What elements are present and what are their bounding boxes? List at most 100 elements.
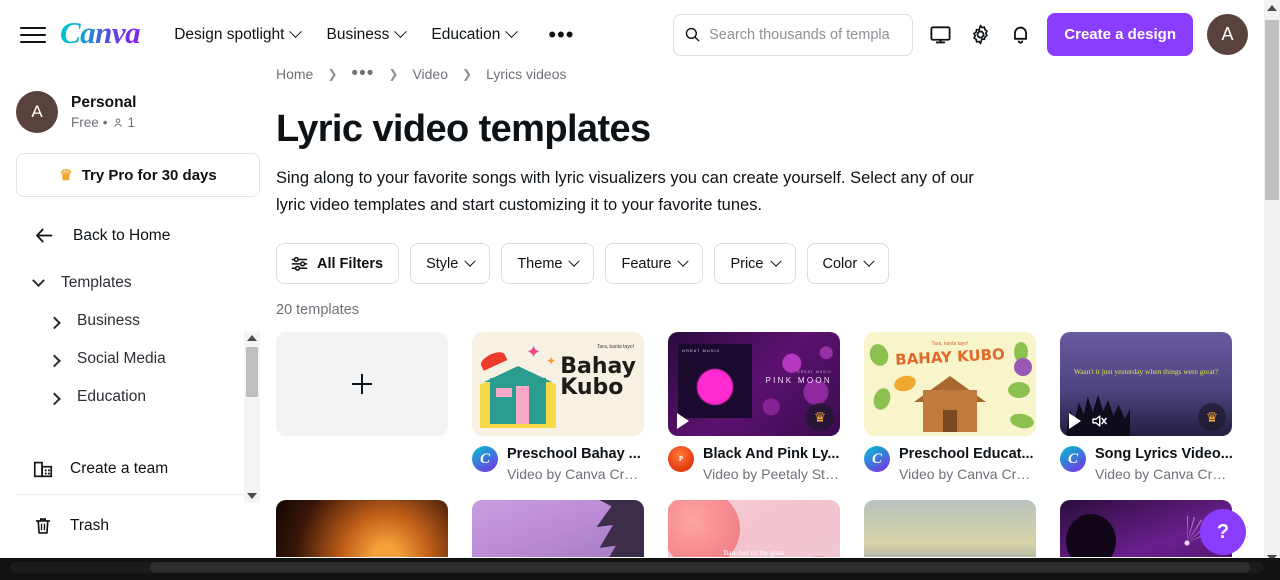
template-thumbnail[interactable]: Wasn't it just yesterday when things wer…: [1060, 332, 1232, 436]
thumbnail-tagline: Tara, kanta tayo!: [597, 344, 634, 350]
chevron-down-icon: [32, 273, 45, 287]
template-card[interactable]: Bare feet on the grass: [668, 500, 840, 557]
template-card[interactable]: You don't seem to realize: [472, 500, 644, 557]
create-a-design-button[interactable]: Create a design: [1047, 13, 1193, 56]
template-meta: C Song Lyrics Video... Video by Canva Cr…: [1060, 446, 1233, 482]
filter-bar: All Filters Style Theme Feature Price Co…: [276, 243, 1264, 284]
thumbnail-tagline: Tara, kanta tayo!: [931, 341, 969, 347]
monitor-icon[interactable]: [927, 22, 953, 48]
arrow-left-icon: [36, 228, 53, 243]
bell-icon[interactable]: [1007, 22, 1033, 48]
nav-more-icon[interactable]: •••: [542, 23, 580, 45]
try-pro-label: Try Pro for 30 days: [81, 166, 217, 184]
try-pro-button[interactable]: ♛ Try Pro for 30 days: [16, 153, 260, 197]
nav-item-education[interactable]: Education: [431, 25, 519, 44]
sidebar-scrollbar[interactable]: [244, 331, 260, 503]
foliage-silhouette: [596, 500, 644, 557]
filter-color-dropdown[interactable]: Color: [806, 243, 890, 284]
play-icon[interactable]: [677, 413, 689, 429]
left-sidebar: A Personal Free • 1 ♛ Try Pro for 30 day…: [0, 69, 276, 557]
nav-item-business[interactable]: Business: [326, 25, 408, 44]
nav-item-design-spotlight[interactable]: Design spotlight: [174, 25, 303, 44]
filter-theme-dropdown[interactable]: Theme: [501, 243, 595, 284]
os-scroll-thumb[interactable]: [150, 562, 1250, 573]
sidebar-item-education[interactable]: Education: [0, 378, 276, 416]
add-new-design-card[interactable]: [276, 332, 448, 436]
mute-icon[interactable]: [1090, 412, 1108, 430]
template-card[interactable]: GREAT MUSIC GREAT MUSIC PINK MOON ♛ P Bl…: [668, 332, 841, 482]
template-thumbnail[interactable]: Rerun it, one more: [276, 500, 448, 557]
mountain-silhouette: [864, 550, 1036, 557]
gear-icon[interactable]: [967, 22, 993, 48]
template-card[interactable]: Tara, kanta tayo! BAHAY KUBO C Preschool…: [864, 332, 1037, 482]
hamburger-menu-icon[interactable]: [20, 22, 46, 48]
back-to-home-button[interactable]: Back to Home: [0, 197, 276, 246]
template-card[interactable]: Wasn't it just yesterday when things wer…: [1060, 332, 1233, 482]
breadcrumb-item-more[interactable]: •••: [351, 64, 374, 83]
chevron-down-icon: [505, 25, 519, 39]
page-scrollbar[interactable]: [1264, 0, 1280, 566]
sidebar-item-partial: [0, 416, 276, 432]
breadcrumb-separator: ❯: [462, 67, 473, 81]
template-meta: C Preschool Bahay ... Video by Canva Cre…: [472, 446, 645, 482]
hut-door: [943, 410, 957, 432]
account-member-count: 1: [127, 115, 136, 130]
help-button[interactable]: ?: [1200, 509, 1246, 555]
author-avatar: P: [668, 446, 694, 472]
nav-label: Education: [431, 25, 501, 43]
filter-feature-dropdown[interactable]: Feature: [605, 243, 704, 284]
user-avatar[interactable]: A: [1207, 14, 1248, 55]
sliders-icon: [291, 256, 308, 271]
sidebar-item-business[interactable]: Business: [0, 302, 276, 340]
sidebar-item-label: Business: [77, 312, 140, 329]
filter-style-dropdown[interactable]: Style: [410, 243, 491, 284]
page-title: Lyric video templates: [276, 108, 651, 150]
account-summary[interactable]: A Personal Free • 1: [0, 69, 276, 133]
scroll-up-arrow-icon[interactable]: [1264, 0, 1280, 16]
sidebar-item-templates[interactable]: Templates: [0, 264, 276, 302]
template-card[interactable]: Rerun it, one more: [276, 500, 448, 557]
veggie-decor: [1008, 411, 1036, 431]
scroll-down-arrow-icon[interactable]: [244, 489, 260, 503]
sidebar-item-label: Education: [77, 388, 146, 405]
trash-button[interactable]: Trash: [0, 515, 276, 537]
template-card[interactable]: I watched the waves crash: [864, 500, 1036, 557]
templates-tree: Templates Business Social Media Educatio…: [0, 264, 276, 424]
template-thumbnail[interactable]: I watched the waves crash: [864, 500, 1036, 557]
canva-logo[interactable]: Canva: [60, 15, 141, 54]
thumbnail-subtitle: GREAT MUSIC: [797, 370, 832, 374]
pro-crown-badge: ♛: [806, 403, 834, 431]
all-filters-button[interactable]: All Filters: [276, 243, 400, 284]
thumbnail-title: GREAT MUSIC PINK MOON: [766, 370, 832, 385]
create-a-team-button[interactable]: Create a team: [0, 458, 276, 480]
template-name: Preschool Educat...: [899, 446, 1034, 462]
nav-label: Design spotlight: [174, 25, 285, 43]
lyric-overlay-text: Bare feet on the grass: [723, 549, 785, 557]
template-thumbnail[interactable]: You don't seem to realize: [472, 500, 644, 557]
search-input[interactable]: [709, 26, 903, 43]
chevron-down-icon: [464, 255, 476, 267]
template-card[interactable]: ✦ ✦ Tara, kanta tayo! Bahay Kubo C Presch…: [472, 332, 645, 482]
sidebar-item-social-media[interactable]: Social Media: [0, 340, 276, 378]
template-thumbnail[interactable]: GREAT MUSIC GREAT MUSIC PINK MOON ♛: [668, 332, 840, 436]
template-count: 20 templates: [276, 302, 360, 318]
template-thumbnail[interactable]: ✦ ✦ Tara, kanta tayo! Bahay Kubo: [472, 332, 644, 436]
hut-door: [516, 386, 529, 424]
lyric-overlay-text: Something good will come of this: [1060, 556, 1232, 557]
search-box[interactable]: [673, 13, 914, 56]
crown-icon: ♛: [59, 167, 73, 184]
thumbnail-title-text: PINK MOON: [765, 376, 832, 385]
template-name: Black And Pink Ly...: [703, 446, 840, 462]
sidebar-scrollbar-thumb[interactable]: [246, 347, 258, 397]
template-grid-row-2: Rerun it, one more You don't seem to rea…: [276, 500, 1264, 557]
play-icon[interactable]: [1069, 413, 1081, 429]
account-name: Personal: [71, 94, 137, 111]
scroll-up-arrow-icon[interactable]: [244, 331, 260, 345]
pro-crown-badge: ♛: [1198, 403, 1226, 431]
chevron-right-icon: [48, 392, 61, 405]
template-thumbnail[interactable]: Tara, kanta tayo! BAHAY KUBO: [864, 332, 1036, 436]
nav-label: Business: [326, 25, 390, 43]
page-scrollbar-thumb[interactable]: [1265, 20, 1279, 200]
template-thumbnail[interactable]: Bare feet on the grass: [668, 500, 840, 557]
filter-price-dropdown[interactable]: Price: [714, 243, 796, 284]
